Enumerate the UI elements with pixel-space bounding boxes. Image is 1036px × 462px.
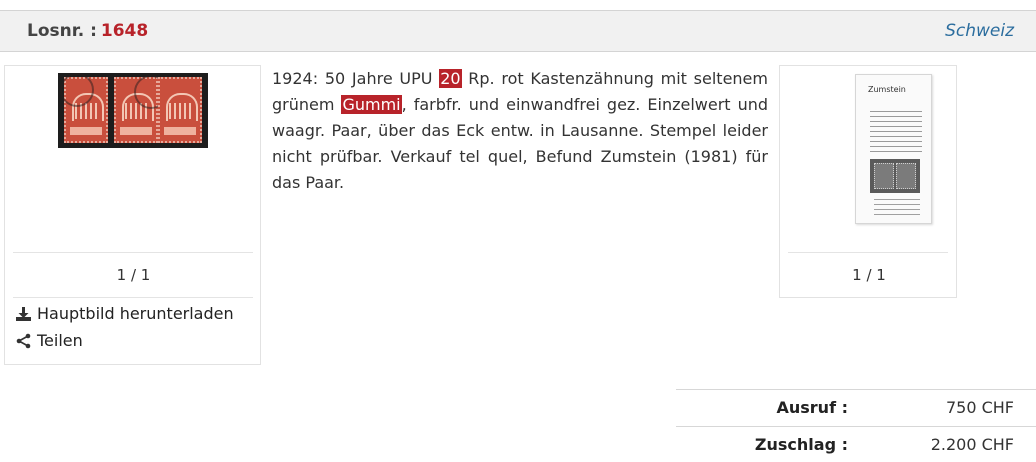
image-counter: 1 / 1 bbox=[116, 266, 151, 284]
lot-description: 1924: 50 Jahre UPU 20 Rp. rot Kastenzähn… bbox=[272, 66, 768, 196]
download-icon bbox=[16, 306, 31, 321]
lot-header: Losnr. :1648 Schweiz bbox=[0, 10, 1036, 52]
hammer-price-label: Zuschlag : bbox=[754, 435, 848, 454]
country-link[interactable]: Schweiz bbox=[945, 21, 1014, 41]
hammer-price-value: 2.200 CHF bbox=[930, 435, 1014, 454]
certificate-counter: 1 / 1 bbox=[852, 266, 886, 284]
description-text: 1924: 50 Jahre UPU bbox=[272, 69, 440, 88]
search-highlight: Gummi bbox=[341, 95, 402, 114]
divider bbox=[13, 252, 253, 253]
stamp-single bbox=[60, 73, 108, 143]
main-stamp-image[interactable] bbox=[58, 73, 208, 148]
start-price-value: 750 CHF bbox=[945, 398, 1014, 417]
divider bbox=[788, 252, 948, 253]
divider bbox=[13, 297, 253, 298]
stamp-pair-right bbox=[158, 77, 202, 143]
main-image-card: 1 / 1 Hauptbild herunterladen Teilen bbox=[4, 65, 261, 365]
certificate-image[interactable]: Zumstein bbox=[855, 74, 932, 224]
stamp-pair-left bbox=[114, 75, 168, 143]
certificate-header: Zumstein bbox=[868, 85, 906, 94]
lot-number: 1648 bbox=[100, 21, 149, 41]
lot-label: Losnr. :1648 bbox=[27, 21, 148, 41]
share-icon bbox=[16, 333, 31, 348]
download-main-image-button[interactable]: Hauptbild herunterladen bbox=[15, 304, 234, 323]
share-label: Teilen bbox=[37, 331, 83, 350]
download-label: Hauptbild herunterladen bbox=[37, 304, 234, 323]
search-highlight: 20 bbox=[439, 69, 462, 88]
hammer-price-row: Zuschlag : 2.200 CHF bbox=[676, 426, 1036, 462]
share-button[interactable]: Teilen bbox=[15, 331, 83, 350]
start-price-label: Ausruf : bbox=[776, 398, 848, 417]
certificate-card: Zumstein 1 / 1 bbox=[779, 65, 957, 298]
lot-label-text: Losnr. : bbox=[27, 21, 97, 41]
start-price-row: Ausruf : 750 CHF bbox=[676, 389, 1036, 425]
